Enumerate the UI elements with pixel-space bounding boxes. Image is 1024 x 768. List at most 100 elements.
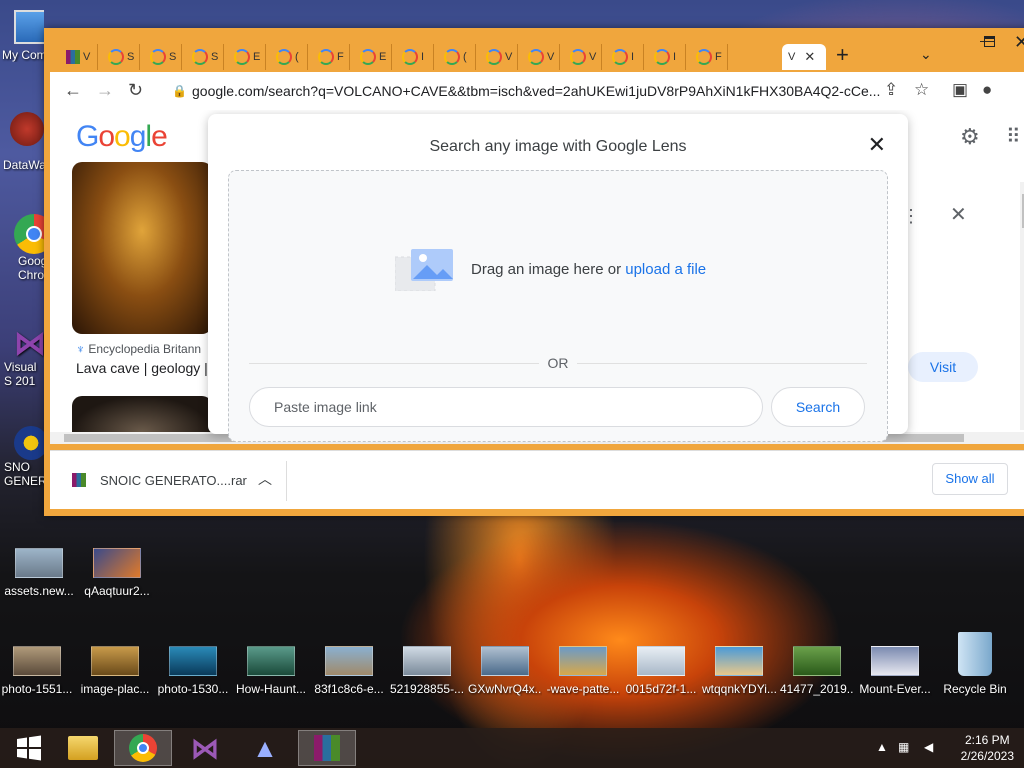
desktop-icon-file-10[interactable]: wtqqnkYDYi... — [702, 646, 776, 696]
desktop-icon-file-8[interactable]: -wave-patte... — [546, 646, 620, 696]
tab[interactable]: F — [312, 44, 350, 70]
google-logo[interactable]: Google — [76, 120, 168, 154]
recycle-bin-icon — [958, 632, 992, 676]
desktop-icon-file-3[interactable]: photo-1530... — [156, 646, 230, 696]
vertical-scrollbar[interactable] — [1020, 182, 1024, 430]
desktop-icon-label: 41477_2019... — [780, 682, 854, 696]
search-button[interactable]: Search — [771, 387, 865, 427]
image-thumbnail — [247, 646, 295, 676]
result-title[interactable]: Lava cave | geology | — [76, 360, 208, 376]
visit-button[interactable]: Visit — [908, 352, 978, 382]
visual-studio-taskbar-button[interactable]: ⋈ — [176, 730, 234, 766]
desktop-icon-snoic-generator[interactable]: SNO GENER — [0, 426, 44, 488]
settings-gear-icon[interactable]: ⚙ — [960, 124, 980, 150]
taskbar: ⋈ ▲ ▲ ▦ ◀ 2:16 PM 2/26/2023 — [0, 728, 1024, 768]
show-all-button[interactable]: Show all — [932, 463, 1008, 495]
tab[interactable]: S — [144, 44, 182, 70]
network-icon[interactable]: ▦ — [898, 740, 909, 754]
desktop-icon-visual-studio[interactable]: ⋈ Visual S 201 — [0, 326, 44, 388]
tab[interactable]: ( — [438, 44, 476, 70]
tab-label: ( — [295, 51, 299, 63]
tab-label: F — [337, 51, 344, 63]
desktop-icon-my-computer[interactable]: My Com — [0, 10, 44, 62]
result-source[interactable]: ♆ Encyclopedia Britann — [76, 342, 201, 356]
tab[interactable]: V — [60, 44, 98, 70]
new-tab-button[interactable]: + — [836, 42, 849, 68]
tab[interactable]: V — [522, 44, 560, 70]
maximize-button[interactable] — [984, 36, 995, 47]
reload-icon[interactable]: ↻ — [128, 80, 143, 101]
desktop-icon-file-11[interactable]: 41477_2019... — [780, 646, 854, 696]
upload-file-link[interactable]: upload a file — [625, 261, 706, 278]
image-thumbnail — [93, 548, 141, 578]
chrome-icon — [129, 734, 157, 762]
tab-active[interactable]: V ✕ — [782, 44, 826, 70]
desktop-icon-file-12[interactable]: Mount-Ever... — [858, 646, 932, 696]
desktop-icon-file-6[interactable]: 521928855-... — [390, 646, 464, 696]
paste-image-link-input[interactable]: Paste image link — [249, 387, 763, 427]
side-panel-icon[interactable]: ▣ — [952, 80, 968, 100]
desktop-icon-file-4[interactable]: How-Haunt... — [234, 646, 308, 696]
desktop-icon-label: Visual S 201 — [4, 360, 37, 388]
close-panel-icon[interactable]: ✕ — [950, 202, 967, 227]
tab[interactable]: I — [648, 44, 686, 70]
image-thumbnail — [793, 646, 841, 676]
tab[interactable]: E — [228, 44, 266, 70]
winrar-icon — [72, 473, 86, 487]
desktop-icon-datawa[interactable]: DataWa — [0, 112, 44, 172]
desktop-icon-file-5[interactable]: 83f1c8c6-e... — [312, 646, 386, 696]
image-drop-zone[interactable]: Drag an image here or upload a file OR P… — [228, 170, 888, 442]
snoic-icon — [14, 426, 44, 460]
tab[interactable]: I — [606, 44, 644, 70]
desktop-icon-file-1[interactable]: photo-1551... — [0, 646, 74, 696]
desktop-icon-assets[interactable]: assets.new... — [2, 548, 76, 598]
show-hidden-icons[interactable]: ▲ — [876, 740, 888, 754]
file-explorer-button[interactable] — [54, 730, 112, 766]
chrome-taskbar-button[interactable] — [114, 730, 172, 766]
close-window-button[interactable]: ✕ — [1014, 32, 1024, 53]
clock[interactable]: 2:16 PM 2/26/2023 — [961, 732, 1014, 764]
menu-dots-icon[interactable]: ⋮ — [1018, 80, 1024, 100]
volume-icon[interactable]: ◀ — [924, 740, 933, 754]
tab[interactable]: ( — [270, 44, 308, 70]
tab[interactable]: V — [480, 44, 518, 70]
or-separator: OR — [539, 355, 577, 371]
winrar-taskbar-button[interactable] — [298, 730, 356, 766]
profile-icon[interactable]: ● — [982, 80, 992, 100]
result-image[interactable] — [72, 162, 212, 334]
app-taskbar-button[interactable]: ▲ — [236, 730, 294, 766]
share-icon[interactable]: ⇪ — [884, 80, 898, 100]
tab[interactable]: S — [186, 44, 224, 70]
download-item[interactable]: SNOIC GENERATO....rar — [100, 473, 247, 488]
tab[interactable]: V — [564, 44, 602, 70]
address-bar[interactable]: 🔒 google.com/search?q=VOLCANO+CAVE&&tbm=… — [168, 76, 886, 106]
start-button[interactable] — [0, 730, 58, 766]
google-icon — [570, 49, 586, 65]
google-icon — [360, 49, 376, 65]
divider — [286, 461, 287, 501]
tab[interactable]: F — [690, 44, 728, 70]
desktop-icon-recycle-bin[interactable]: Recycle Bin — [938, 632, 1012, 696]
tab[interactable]: E — [354, 44, 392, 70]
tab[interactable]: S — [102, 44, 140, 70]
desktop-icon-file-7[interactable]: GXwNvrQ4x... — [468, 646, 542, 696]
forward-arrow-icon[interactable]: → — [96, 80, 114, 101]
image-thumbnail — [715, 646, 763, 676]
back-arrow-icon[interactable]: ← — [64, 80, 82, 101]
desktop-icon-file-9[interactable]: 0015d72f-1... — [624, 646, 698, 696]
desktop-icon-google-chrome[interactable]: Goog Chro — [0, 214, 44, 282]
image-thumbnail — [559, 646, 607, 676]
desktop-icon-file-2[interactable]: image-plac... — [78, 646, 152, 696]
desktop-icon-label: SNO GENER — [4, 460, 44, 488]
apps-grid-icon[interactable]: ⠿ — [1006, 124, 1021, 149]
tab-label: S — [169, 51, 177, 63]
close-tab-icon[interactable]: ✕ — [804, 49, 815, 65]
desktop-icon-qaaqtuur[interactable]: qAaqtuur2... — [80, 548, 154, 598]
bookmark-star-icon[interactable]: ☆ — [914, 80, 929, 100]
chevron-up-icon[interactable]: ︿ — [258, 469, 272, 489]
tab-search-chevron-icon[interactable]: ⌄ — [920, 46, 932, 63]
image-thumbnail — [637, 646, 685, 676]
close-icon[interactable]: ✕ — [868, 132, 886, 158]
tab-label: V — [589, 51, 597, 63]
tab[interactable]: I — [396, 44, 434, 70]
